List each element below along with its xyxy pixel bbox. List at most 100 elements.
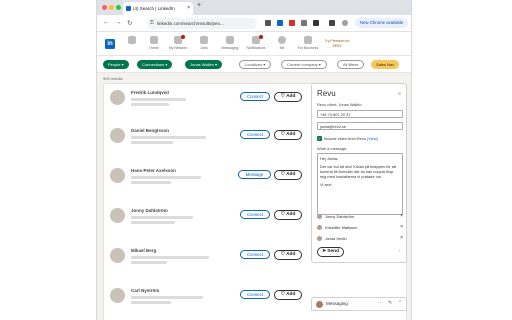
nav-search[interactable] <box>121 36 143 46</box>
avatar[interactable] <box>110 128 125 143</box>
message-line: Vi ses! <box>320 182 332 187</box>
chevron-right-icon[interactable]: › <box>398 248 400 254</box>
add-button[interactable]: ♡ Add <box>274 290 302 300</box>
person-location <box>131 221 175 224</box>
email-field[interactable]: jonas@revu.se <box>317 122 403 130</box>
connect-button[interactable]: Connect <box>240 210 270 219</box>
premium-link[interactable]: Try Premium for SEK0 <box>323 39 351 48</box>
extension-icon[interactable] <box>277 20 283 26</box>
connect-button[interactable]: Connect <box>240 290 270 299</box>
nav-my-network[interactable]: My Network <box>167 35 189 50</box>
person-headline <box>131 256 209 259</box>
person-headline <box>131 176 201 179</box>
send-button[interactable]: ➤ Send <box>317 247 344 257</box>
recipient-item: Jonny Dahlström × <box>317 212 403 221</box>
nav-jobs[interactable]: Jobs <box>193 36 215 50</box>
person-location <box>131 261 167 264</box>
nav-home[interactable]: Home <box>143 36 165 50</box>
add-button[interactable]: ♡ Add <box>274 130 302 140</box>
linkedin-logo-icon[interactable]: in <box>105 39 115 49</box>
revu-logo: Revu <box>317 89 336 98</box>
list-item: Carl Nyström Connect ♡ Add <box>104 284 304 318</box>
person-name[interactable]: Fredrik Lundqvist <box>131 90 169 95</box>
person-name[interactable]: Jonny Dahlström <box>131 208 168 213</box>
all-filters-button[interactable]: All filters <box>337 60 365 69</box>
include-video-label: Include video from Revu [View] <box>324 136 378 141</box>
avatar <box>316 301 323 308</box>
profile-avatar-icon[interactable] <box>342 20 348 26</box>
maximize-window-icon[interactable] <box>116 5 121 10</box>
add-button[interactable]: ♡ Add <box>274 92 302 102</box>
revu-extension-icon[interactable] <box>313 20 319 26</box>
person-name[interactable]: Carl Nyström <box>131 288 159 293</box>
add-button[interactable]: ♡ Add <box>274 210 302 220</box>
compose-icon[interactable]: ✎ <box>388 300 392 306</box>
filter-connection-of[interactable]: Jonas Wallén ▾ <box>185 60 222 69</box>
filter-bar: People ▾ Connections ▾ Jonas Wallén ▾ Lo… <box>97 56 411 73</box>
url-text: linkedin.com/search/results/peo... <box>157 21 224 26</box>
filter-people[interactable]: People ▾ <box>103 60 129 69</box>
person-location <box>131 103 169 106</box>
minimize-window-icon[interactable] <box>109 5 114 10</box>
avatar[interactable] <box>110 288 125 303</box>
browser-tab[interactable]: (4) Search | LinkedIn × <box>123 2 193 15</box>
sidebar-toggle-icon[interactable] <box>329 20 335 26</box>
reload-icon[interactable]: ↻ <box>127 19 132 27</box>
message-textarea[interactable]: Hej Jonas, Det var kul att ses! Klicka p… <box>317 153 403 215</box>
person-headline <box>131 296 203 299</box>
avatar[interactable] <box>110 90 125 105</box>
tab-close-icon[interactable]: × <box>187 2 190 15</box>
sales-nav-button[interactable]: Sales Nav <box>371 60 400 69</box>
add-button[interactable]: ♡ Add <box>274 250 302 260</box>
nav-notifications[interactable]: Notifications <box>245 35 267 50</box>
person-name[interactable]: Mikael Berg <box>131 248 156 253</box>
forward-icon[interactable]: → <box>115 19 122 26</box>
include-video-checkbox[interactable]: ✓ <box>317 136 322 141</box>
update-chrome-button[interactable]: New Chrome available <box>355 18 409 28</box>
person-name[interactable]: Hans-Peter Axelsson <box>131 168 176 173</box>
filter-connections[interactable]: Connections ▾ <box>137 60 173 69</box>
messaging-bar[interactable]: Messaging ⋯ ✎ ⌃ <box>311 297 407 311</box>
site-info-icon[interactable]: ⚿ <box>150 18 154 29</box>
nav-messaging[interactable]: Messaging <box>219 36 241 50</box>
avatar[interactable] <box>110 248 125 263</box>
filter-current-company[interactable]: Current company ▾ <box>281 60 327 69</box>
person-headline <box>131 98 186 101</box>
new-tab-button[interactable]: + <box>197 2 201 9</box>
more-options-icon[interactable]: ⋯ <box>378 300 383 306</box>
avatar <box>317 225 322 230</box>
back-icon[interactable]: ← <box>103 19 110 26</box>
avatar[interactable] <box>110 168 125 183</box>
list-item: Mikael Berg Connect ♡ Add <box>104 244 304 278</box>
nav-me[interactable]: Me <box>271 36 293 50</box>
add-button[interactable]: ♡ Add <box>274 170 302 180</box>
phone-field[interactable]: +46 70 607 20 37 <box>317 110 403 118</box>
view-video-link[interactable]: [View] <box>367 136 378 141</box>
remove-recipient-icon[interactable]: × <box>400 224 403 230</box>
message-button[interactable]: Message <box>238 170 271 179</box>
connect-button[interactable]: Connect <box>240 130 270 139</box>
person-name[interactable]: Daniel Bengtsson <box>131 128 169 133</box>
extension-icon[interactable] <box>289 20 295 26</box>
recipient-name: Jonas Hedin <box>325 236 347 241</box>
menu-icon[interactable]: ≡ <box>398 91 401 97</box>
close-window-icon[interactable] <box>102 5 107 10</box>
chevron-up-icon[interactable]: ⌃ <box>398 300 402 306</box>
remove-recipient-icon[interactable]: × <box>400 235 403 241</box>
remove-recipient-icon[interactable]: × <box>400 213 403 219</box>
recipient-item: Jonas Hedin × <box>317 234 403 243</box>
avatar[interactable] <box>110 208 125 223</box>
recipient-name: Jonny Dahlström <box>325 214 355 219</box>
message-label: Write a message: <box>317 146 348 151</box>
person-location <box>131 181 171 184</box>
person-location <box>131 141 173 144</box>
url-input[interactable]: ⚿ linkedin.com/search/results/peo... <box>147 18 257 29</box>
connect-button[interactable]: Connect <box>240 92 270 101</box>
extension-icon[interactable] <box>265 20 271 26</box>
message-icon <box>226 36 234 44</box>
extension-icon[interactable] <box>301 20 307 26</box>
nav-for-business[interactable]: For Business <box>297 36 319 50</box>
notification-badge <box>181 35 185 39</box>
connect-button[interactable]: Connect <box>240 250 270 259</box>
filter-locations[interactable]: Locations ▾ <box>239 60 272 69</box>
